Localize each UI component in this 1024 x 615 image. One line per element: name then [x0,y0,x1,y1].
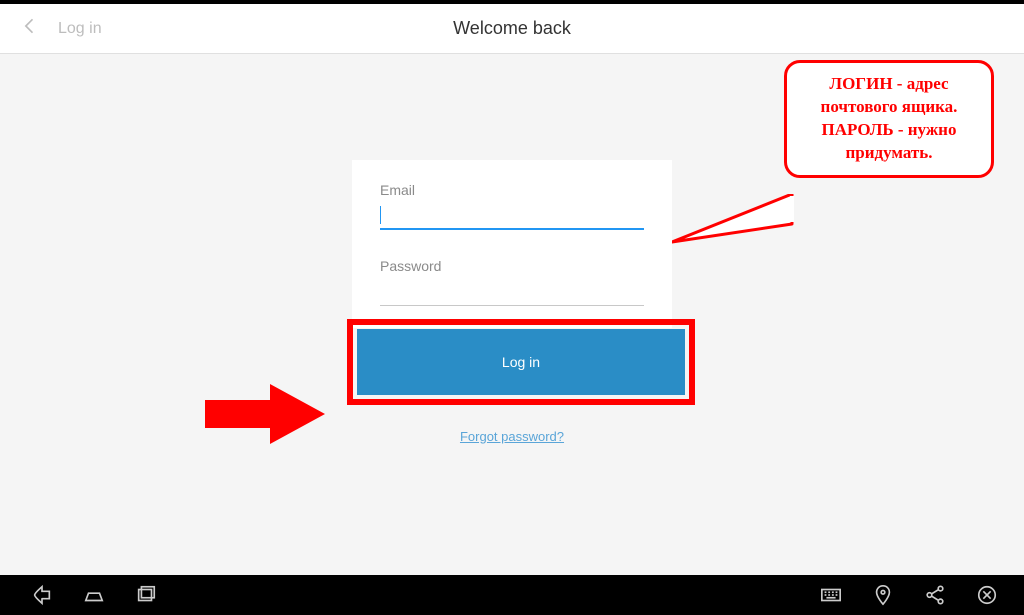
email-field-group: Email [380,182,644,230]
password-input[interactable] [380,280,644,306]
nav-keyboard-icon[interactable] [819,583,843,607]
login-card: Email Password [352,160,672,328]
annotation-arrow-icon [205,376,325,452]
annotation-callout: ЛОГИН - адрес почтового ящика. ПАРОЛЬ - … [784,60,994,178]
page-title: Welcome back [453,18,571,39]
header-back-label[interactable]: Log in [58,20,102,38]
nav-back-icon[interactable] [30,583,54,607]
app-header: Log in Welcome back [0,4,1024,54]
login-button-label: Log in [502,354,540,370]
content-area: Email Password Log in Forgot password? Л… [0,54,1024,575]
nav-share-icon[interactable] [923,583,947,607]
annotation-callout-tail-icon [672,194,802,254]
password-label: Password [380,258,644,274]
android-navbar [0,575,1024,615]
forgot-password-link[interactable]: Forgot password? [460,429,564,444]
email-input[interactable] [380,204,644,230]
forgot-password-wrap: Forgot password? [352,428,672,446]
annotation-callout-text: ЛОГИН - адрес почтового ящика. ПАРОЛЬ - … [821,74,958,162]
login-button[interactable]: Log in [357,329,685,395]
nav-recent-icon[interactable] [134,583,158,607]
app-viewport: Log in Welcome back Email Password Log i… [0,4,1024,575]
password-field-group: Password [380,258,644,306]
nav-close-icon[interactable] [975,583,999,607]
nav-home-icon[interactable] [82,583,106,607]
nav-location-icon[interactable] [871,583,895,607]
login-button-highlight: Log in [347,319,695,405]
back-arrow-icon[interactable] [20,16,40,42]
email-label: Email [380,182,644,198]
